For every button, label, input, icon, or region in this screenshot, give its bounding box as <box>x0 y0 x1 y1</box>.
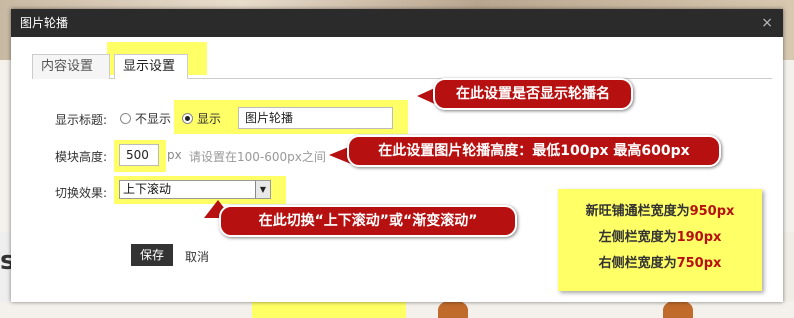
effect-selected-value: 上下滚动 <box>123 182 172 196</box>
save-button[interactable]: 保存 <box>131 244 173 266</box>
background-highlight <box>252 300 406 318</box>
note-number: 950px <box>689 204 735 219</box>
radio-show-label: 显示 <box>197 112 222 126</box>
callout-title: 在此设置是否显示轮播名 <box>433 78 633 110</box>
note-number: 190px <box>676 230 722 245</box>
callout-effect: 在此切换“上下滚动”或“渐变滚动” <box>219 205 517 237</box>
note-line: 右侧栏宽度为750px <box>558 251 762 277</box>
tab-bar: 内容设置 显示设置 <box>32 49 772 79</box>
dialog-titlebar: 图片轮播 × <box>11 9 783 37</box>
height-input[interactable]: 500 <box>119 144 159 166</box>
settings-dialog: 图片轮播 × 内容设置 显示设置 显示标题: 不显示 显示 图片轮播 模块高度:… <box>11 9 783 302</box>
cancel-button[interactable]: 取消 <box>185 248 209 265</box>
background-decoration <box>438 300 468 318</box>
effect-select[interactable]: 上下滚动 ▼ <box>119 180 271 199</box>
note-line: 新旺铺通栏宽度为950px <box>558 199 762 225</box>
height-unit: px <box>167 148 182 162</box>
radio-dot-icon <box>182 113 193 124</box>
callout-height: 在此设置图片轮播高度：最低100px 最高600px <box>347 135 721 167</box>
radio-show-title[interactable]: 显示 <box>182 110 221 127</box>
radio-hide-title[interactable]: 不显示 <box>120 110 171 127</box>
note-number: 750px <box>676 256 722 271</box>
title-display-label: 显示标题: <box>55 113 108 127</box>
note-text: 左侧栏宽度为 <box>598 230 677 245</box>
close-icon[interactable]: × <box>761 9 773 37</box>
title-input[interactable]: 图片轮播 <box>238 107 393 129</box>
dialog-title: 图片轮播 <box>20 16 69 30</box>
note-text: 右侧栏宽度为 <box>598 256 677 271</box>
tab-content-settings[interactable]: 内容设置 <box>32 54 110 79</box>
note-text: 新旺铺通栏宽度为 <box>585 204 690 219</box>
note-line: 左侧栏宽度为190px <box>558 225 762 251</box>
height-label: 模块高度: <box>55 150 108 164</box>
radio-hide-label: 不显示 <box>135 112 172 126</box>
height-hint: 请设置在100-600px之间 <box>189 150 326 164</box>
effect-label: 切换效果: <box>55 186 108 200</box>
dropdown-arrow-icon[interactable]: ▼ <box>255 181 270 198</box>
width-note: 新旺铺通栏宽度为950px 左侧栏宽度为190px 右侧栏宽度为750px <box>558 189 762 291</box>
background-decoration <box>663 300 693 318</box>
tab-display-settings[interactable]: 显示设置 <box>114 54 188 79</box>
radio-dot-icon <box>120 113 131 124</box>
